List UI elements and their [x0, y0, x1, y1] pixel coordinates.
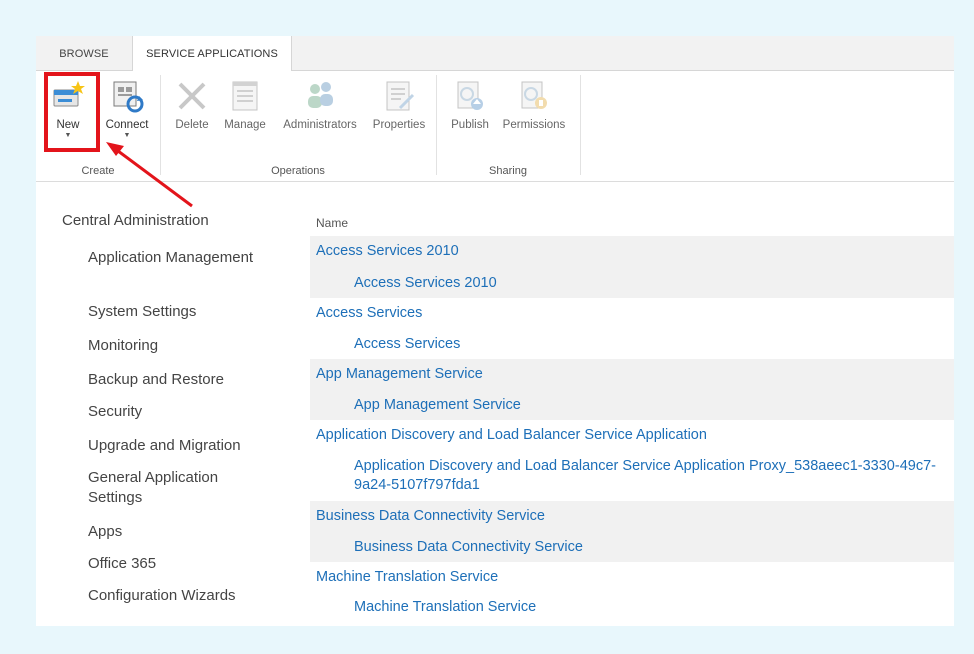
service-app-proxy-link[interactable]: Machine Translation Service: [354, 598, 944, 617]
properties-button[interactable]: Properties: [368, 79, 430, 131]
nav-item-security[interactable]: Security: [88, 402, 268, 422]
nav-item-application-management[interactable]: Application Management: [88, 248, 268, 268]
table-row: App Management Service: [310, 390, 954, 420]
nav-item-system-settings[interactable]: System Settings: [88, 302, 268, 322]
chevron-down-icon: ▼: [123, 132, 131, 139]
ribbon-group-sharing: Publish Permissions Sharing: [438, 71, 578, 181]
ribbon: New ▼ Connect ▼ Create Delete Manage Adm…: [36, 71, 954, 182]
table-row: Application Discovery and Load Balancer …: [310, 451, 954, 501]
delete-button[interactable]: Delete: [170, 79, 214, 131]
table-row: Access Services: [310, 298, 954, 329]
new-button-highlight-box: [44, 72, 100, 152]
operations-group-label: Operations: [271, 165, 325, 177]
sharepoint-frame: BROWSE SERVICE APPLICATIONS New ▼ Connec…: [36, 36, 954, 626]
connect-button[interactable]: Connect ▼: [100, 79, 154, 140]
ribbon-tab-bar: BROWSE SERVICE APPLICATIONS: [36, 36, 954, 71]
table-row: Access Services 2010: [310, 236, 954, 267]
publish-button[interactable]: Publish: [446, 79, 494, 131]
tab-service-applications[interactable]: SERVICE APPLICATIONS: [132, 36, 292, 71]
ribbon-divider: [580, 75, 581, 175]
service-app-link[interactable]: Access Services 2010: [316, 242, 459, 261]
table-row: Machine Translation Service: [310, 562, 954, 592]
sharing-group-label: Sharing: [489, 165, 527, 177]
create-group-label: Create: [81, 165, 115, 177]
tab-browse[interactable]: BROWSE: [36, 36, 132, 70]
ribbon-divider: [436, 75, 437, 175]
nav-item-upgrade-and-migration[interactable]: Upgrade and Migration: [88, 436, 268, 456]
table-row: Business Data Connectivity Service: [310, 501, 954, 532]
service-app-proxy-link[interactable]: Application Discovery and Load Balancer …: [354, 457, 944, 495]
table-row: Business Data Connectivity Service: [310, 532, 954, 562]
properties-icon: [386, 81, 415, 111]
nav-central-administration[interactable]: Central Administration: [62, 212, 209, 229]
administrators-button[interactable]: Administrators: [276, 79, 364, 131]
service-app-link[interactable]: Access Services: [316, 304, 422, 323]
table-row: Access Services: [310, 329, 954, 359]
service-app-link[interactable]: App Management Service: [316, 365, 483, 384]
connect-icon: [113, 81, 144, 113]
service-app-proxy-link[interactable]: Access Services 2010: [354, 274, 944, 293]
manage-button[interactable]: Manage: [220, 79, 270, 131]
nav-item-monitoring[interactable]: Monitoring: [88, 336, 268, 356]
table-row: Machine Translation Service: [310, 592, 954, 622]
service-app-proxy-link[interactable]: Business Data Connectivity Service: [354, 538, 944, 557]
nav-item-apps[interactable]: Apps: [88, 522, 268, 542]
nav-item-general-application-settings[interactable]: General Application Settings: [88, 468, 268, 508]
table-row: Application Discovery and Load Balancer …: [310, 420, 954, 451]
publish-icon: [457, 81, 483, 110]
service-app-link[interactable]: Business Data Connectivity Service: [316, 507, 545, 526]
service-app-proxy-link[interactable]: App Management Service: [354, 396, 944, 415]
nav-item-office-365[interactable]: Office 365: [88, 554, 268, 574]
nav-item-configuration-wizards[interactable]: Configuration Wizards: [88, 586, 268, 606]
manage-list-icon: [232, 81, 258, 111]
ribbon-divider: [160, 75, 161, 175]
column-header-name[interactable]: Name: [316, 216, 348, 230]
delete-x-icon: [178, 82, 206, 110]
service-app-proxy-link[interactable]: Access Services: [354, 335, 944, 354]
administrators-icon: [308, 82, 333, 108]
table-row: Access Services 2010: [310, 267, 954, 298]
table-row: App Management Service: [310, 359, 954, 390]
service-app-link[interactable]: Machine Translation Service: [316, 568, 498, 587]
permissions-button[interactable]: Permissions: [498, 79, 570, 131]
ribbon-group-operations: Delete Manage Administrators Properties …: [162, 71, 434, 181]
nav-item-backup-and-restore[interactable]: Backup and Restore: [88, 370, 268, 390]
permissions-icon: [521, 81, 547, 109]
service-app-link[interactable]: Application Discovery and Load Balancer …: [316, 426, 707, 445]
